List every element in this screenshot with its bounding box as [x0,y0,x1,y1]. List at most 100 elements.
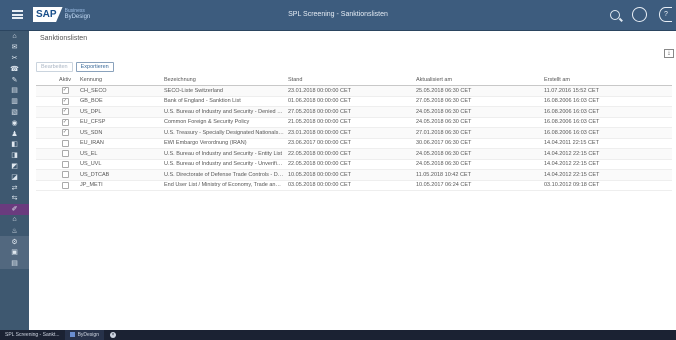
table-row[interactable]: ✓ CH_SECO SECO-Liste Switzerland 23.01.2018… [36,85,672,97]
row-selector[interactable] [36,180,52,191]
link-icon[interactable]: ✎ [0,74,29,85]
table-row[interactable]: US_UVL U.S. Bureau of Industry and Securi… [36,159,672,170]
active-checkbox[interactable]: ✓ [61,118,69,126]
cell-created: 14.04.2011 22:15 CET [542,138,672,149]
tool-icon[interactable]: ⚙ [0,236,29,247]
active-checkbox[interactable]: ✓ [61,97,69,105]
cell-id: EU_CFSP [78,117,162,128]
active-cell [52,169,78,181]
list-icon[interactable]: ▤ [0,257,29,269]
navigation-rail: ⌂ ✉ ✂ ☎ ✎ ▤ ▥ ▧ ◉ ♟ ◧ ◨ ◩ ◪ ⇄ ⇆ ✐ ⌂ ♨ ⚙ ▣ ▤ [0,31,29,330]
cell-id: US_DTCAB [78,169,162,181]
column-header-active[interactable]: Aktiv [52,75,78,86]
flow-icon[interactable]: ⇄ [0,182,29,193]
invoice-icon[interactable]: ◪ [0,171,29,182]
table-row[interactable]: ✓ US_DPL U.S. Bureau of Industry and Secur… [36,106,672,118]
row-selector[interactable] [36,85,52,97]
help-icon[interactable]: ? [659,7,672,22]
close-icon[interactable]: × [109,332,116,338]
cell-name: EWI Embargo Verordnung (IRAN) [162,138,286,149]
cell-name: U.S. Directorate of Defense Trade Contro… [162,169,286,181]
phone-icon[interactable]: ☎ [0,63,29,74]
edit-button[interactable]: Bearbeiten [36,62,73,72]
cart-icon[interactable]: ♨ [0,225,29,236]
taskbar-item-bydesign[interactable]: ByDesign [64,330,104,340]
cell-status: 03.05.2018 00:00:00 CET [286,180,414,191]
table-row[interactable]: US_DTCAB U.S. Directorate of Defense Trad… [36,169,672,181]
table-toolbar: Bearbeiten Exportieren [36,62,114,72]
active-checkbox[interactable] [61,139,69,147]
car-icon[interactable]: ◩ [0,161,29,172]
active-checkbox[interactable] [61,150,69,158]
shell-actions: ? [610,7,672,22]
active-cell: ✓ [52,85,78,97]
menu-icon[interactable] [12,10,23,19]
chart-icon[interactable]: ▤ [0,85,29,96]
column-header-name[interactable]: Bezeichnung [162,75,286,86]
table-row[interactable]: ✓ GB_BOE Bank of England - Sanktion List 01… [36,96,672,107]
active-checkbox[interactable] [61,160,69,168]
row-selector[interactable] [36,138,52,149]
cell-id: CH_SECO [78,85,162,97]
row-selector[interactable] [36,106,52,118]
cell-status: 10.05.2018 00:00:00 CET [286,169,414,181]
table-row[interactable]: EU_IRAN EWI Embargo Verordnung (IRAN) 23.0… [36,138,672,149]
screen-icon[interactable]: ▣ [0,246,29,258]
row-selector[interactable] [36,159,52,170]
target-icon[interactable]: ◉ [0,117,29,128]
table-row[interactable]: JP_METI End User List / Ministry of Econo… [36,180,672,191]
column-header-created[interactable]: Erstellt am [542,75,672,86]
user-icon[interactable]: ♟ [0,128,29,139]
column-header-updated[interactable]: Aktualisiert am [414,75,542,86]
active-checkbox[interactable]: ✓ [61,129,69,137]
active-checkbox[interactable]: ✓ [61,87,69,95]
cell-id: GB_BOE [78,96,162,107]
report-icon[interactable]: ▥ [0,96,29,107]
cell-created: 14.04.2012 22:15 CET [542,159,672,170]
document-icon[interactable]: ▧ [0,107,29,118]
export-icon[interactable]: ⤓ [664,49,674,58]
tag-icon[interactable]: ✂ [0,53,29,64]
user-profile-icon[interactable] [632,7,647,22]
active-checkbox[interactable]: ✓ [61,108,69,116]
cell-created: 16.08.2006 16:03 CET [542,106,672,118]
main-content: Sanktionslisten ⤓ Bearbeiten Exportieren… [29,31,676,330]
news-icon[interactable]: ✉ [0,42,29,53]
building-icon[interactable]: ⌂ [0,215,29,226]
table-row[interactable]: US_EL U.S. Bureau of Industry and Securit… [36,148,672,160]
box-icon[interactable]: ◨ [0,150,29,161]
active-checkbox[interactable] [61,181,69,189]
home-icon[interactable]: ⌂ [0,31,29,42]
shell-bar: SAP Business ByDesign SPL Screening - Sa… [0,0,676,31]
row-selector[interactable] [36,96,52,107]
pen-icon[interactable]: ✐ [0,203,29,215]
table-row[interactable]: ✓ US_SDN U.S. Treasury - Specially Designa… [36,127,672,139]
row-selector[interactable] [36,127,52,139]
cell-status: 23.01.2018 00:00:00 CET [286,127,414,139]
logo-subtitle: Business ByDesign [65,8,91,20]
cell-id: JP_METI [78,180,162,191]
cell-name: Bank of England - Sanktion List [162,96,286,107]
search-icon[interactable] [610,9,620,20]
row-selector[interactable] [36,169,52,181]
window-icon [69,332,75,338]
cell-updated: 24.05.2018 06:30 CET [414,159,542,170]
table-row[interactable]: ✓ EU_CFSP Common Foreign & Security Policy… [36,117,672,128]
row-selector[interactable] [36,148,52,160]
taskbar-item-app[interactable]: SPL Screening - Sankt... [0,330,65,340]
export-button[interactable]: Exportieren [75,62,114,72]
people-icon[interactable]: ⇆ [0,193,29,204]
cell-updated: 30.06.2017 06:30 CET [414,138,542,149]
cell-updated: 27.05.2018 06:30 CET [414,96,542,107]
sap-logo[interactable]: SAP Business ByDesign [33,7,90,22]
column-header-id[interactable]: Kennung [78,75,162,86]
cell-status: 23.01.2018 00:00:00 CET [286,85,414,97]
row-selector[interactable] [36,117,52,128]
sanctions-table: Aktiv Kennung Bezeichnung Stand Aktualis… [36,75,672,191]
bag-icon[interactable]: ◧ [0,139,29,150]
cell-created: 16.08.2006 16:03 CET [542,96,672,107]
column-header-status[interactable]: Stand [286,75,414,86]
active-checkbox[interactable] [61,171,69,179]
taskbar-item-label: ByDesign [77,332,99,338]
active-cell: ✓ [52,106,78,118]
